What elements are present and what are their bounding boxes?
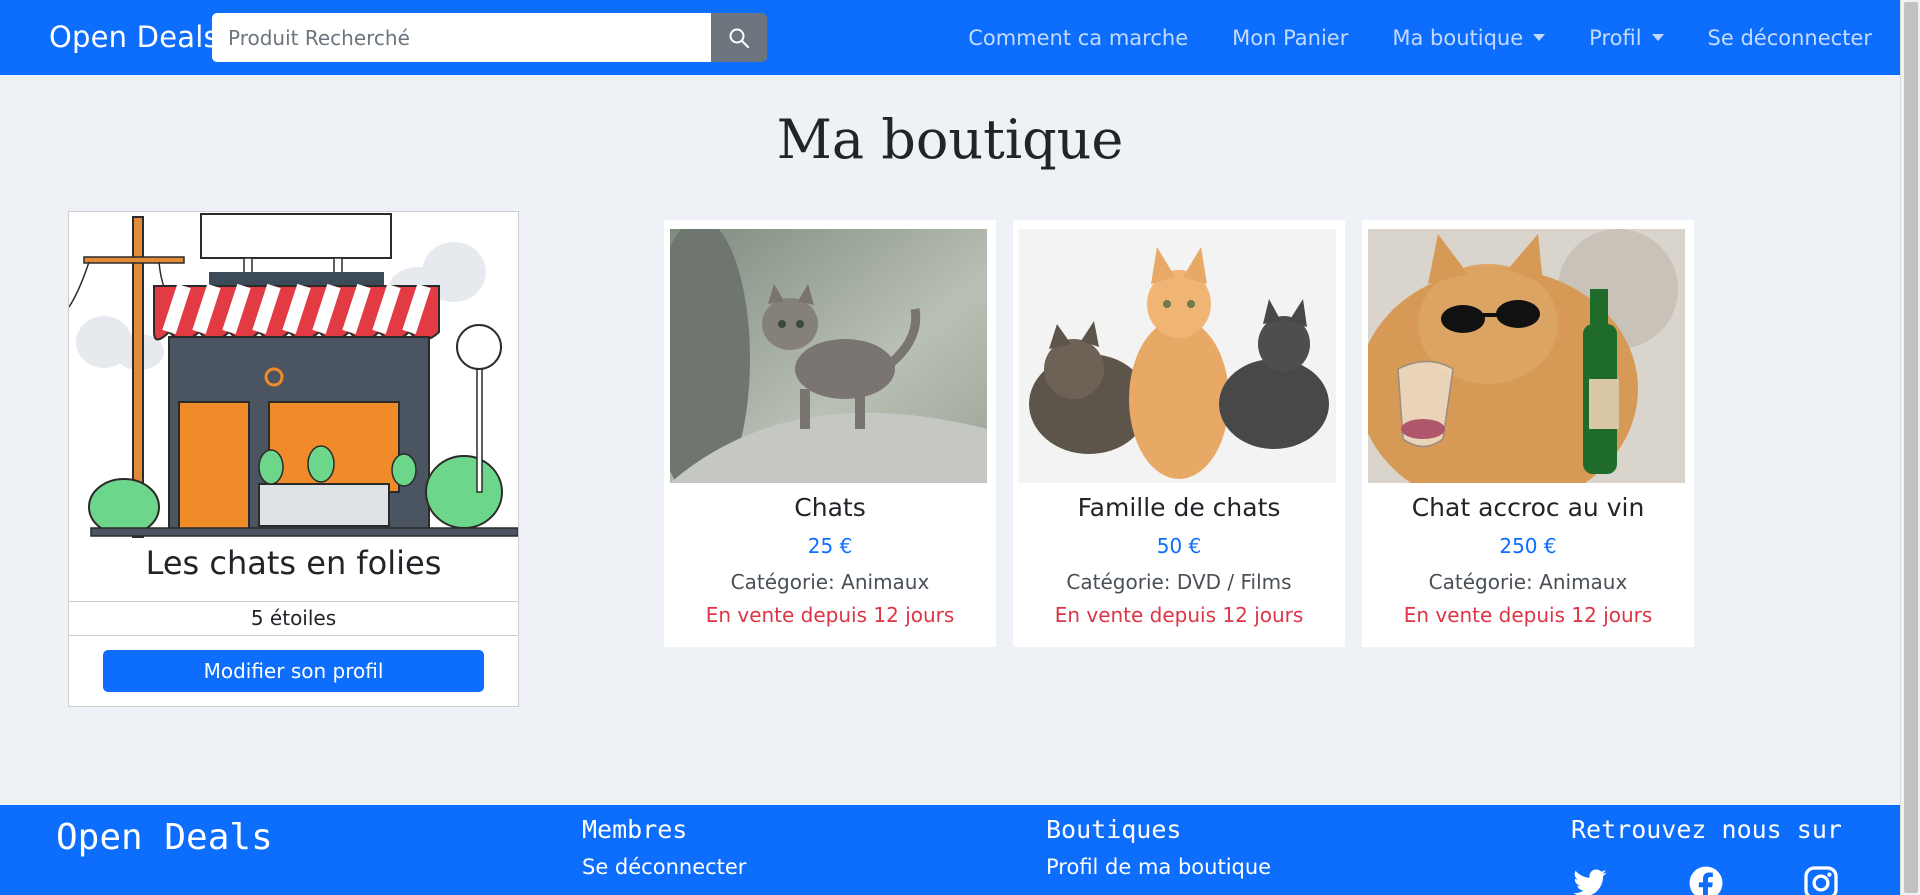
top-navbar: Open Deals Comment ca marche Mon Panier … bbox=[0, 0, 1900, 75]
product-listed-since: En vente depuis 12 jours bbox=[1403, 603, 1653, 627]
product-category: Catégorie: DVD / Films bbox=[1066, 570, 1292, 594]
twitter-icon[interactable] bbox=[1572, 865, 1608, 895]
brand-logo[interactable]: Open Deals bbox=[49, 20, 219, 54]
nav-link-my-shop[interactable]: Ma boutique bbox=[1392, 26, 1546, 50]
edit-profile-button[interactable]: Modifier son profil bbox=[103, 650, 484, 692]
footer-link-shop-profile[interactable]: Profil de ma boutique bbox=[1046, 855, 1271, 879]
product-name: Chats bbox=[794, 493, 866, 522]
chevron-down-icon bbox=[1533, 34, 1546, 41]
search-button[interactable] bbox=[711, 13, 767, 62]
product-image-wine-cat bbox=[1368, 229, 1685, 483]
product-category: Catégorie: Animaux bbox=[1428, 570, 1628, 594]
page-title: Ma boutique bbox=[776, 108, 1124, 171]
product-category: Catégorie: Animaux bbox=[730, 570, 930, 594]
footer: Open Deals Membres Se déconnecter Boutiq… bbox=[0, 805, 1900, 895]
nav-link-profile[interactable]: Profil bbox=[1589, 26, 1664, 50]
search-icon bbox=[729, 28, 750, 48]
nav-link-cart[interactable]: Mon Panier bbox=[1232, 26, 1348, 50]
storefront-illustration bbox=[69, 213, 518, 538]
footer-social-title: Retrouvez nous sur bbox=[1571, 815, 1842, 844]
page-scrollbar[interactable] bbox=[1900, 0, 1920, 895]
shop-card: Les chats en folies 5 étoiles Modifier s… bbox=[68, 211, 519, 707]
product-image-cat-family bbox=[1019, 229, 1336, 483]
product-listed-since: En vente depuis 12 jours bbox=[1054, 603, 1304, 627]
product-card[interactable]: Chats 25 € Catégorie: Animaux En vente d… bbox=[664, 220, 996, 647]
nav-link-how-it-works[interactable]: Comment ca marche bbox=[968, 26, 1188, 50]
product-name: Chat accroc au vin bbox=[1411, 493, 1645, 522]
nav-link-logout[interactable]: Se déconnecter bbox=[1708, 26, 1872, 50]
footer-members-title: Membres bbox=[582, 815, 688, 844]
facebook-icon[interactable] bbox=[1688, 865, 1724, 895]
product-listed-since: En vente depuis 12 jours bbox=[705, 603, 955, 627]
footer-brand: Open Deals bbox=[56, 817, 273, 858]
footer-shops-title: Boutiques bbox=[1046, 815, 1182, 844]
product-price: 25 € bbox=[807, 534, 853, 558]
search-input[interactable] bbox=[212, 13, 712, 62]
product-card[interactable]: Famille de chats 50 € Catégorie: DVD / F… bbox=[1013, 220, 1345, 647]
nav-links: Comment ca marche Mon Panier Ma boutique… bbox=[924, 0, 1872, 75]
shop-rating: 5 étoiles bbox=[69, 601, 518, 636]
scrollbar-thumb[interactable] bbox=[1904, 2, 1918, 893]
product-card[interactable]: Chat accroc au vin 250 € Catégorie: Anim… bbox=[1362, 220, 1694, 647]
instagram-icon[interactable] bbox=[1803, 865, 1839, 895]
chevron-down-icon bbox=[1651, 34, 1664, 41]
product-name: Famille de chats bbox=[1077, 493, 1281, 522]
product-image-kitten bbox=[670, 229, 987, 483]
footer-link-logout[interactable]: Se déconnecter bbox=[582, 855, 746, 879]
product-price: 50 € bbox=[1156, 534, 1202, 558]
shop-name: Les chats en folies bbox=[145, 544, 442, 582]
product-price: 250 € bbox=[1499, 534, 1557, 558]
